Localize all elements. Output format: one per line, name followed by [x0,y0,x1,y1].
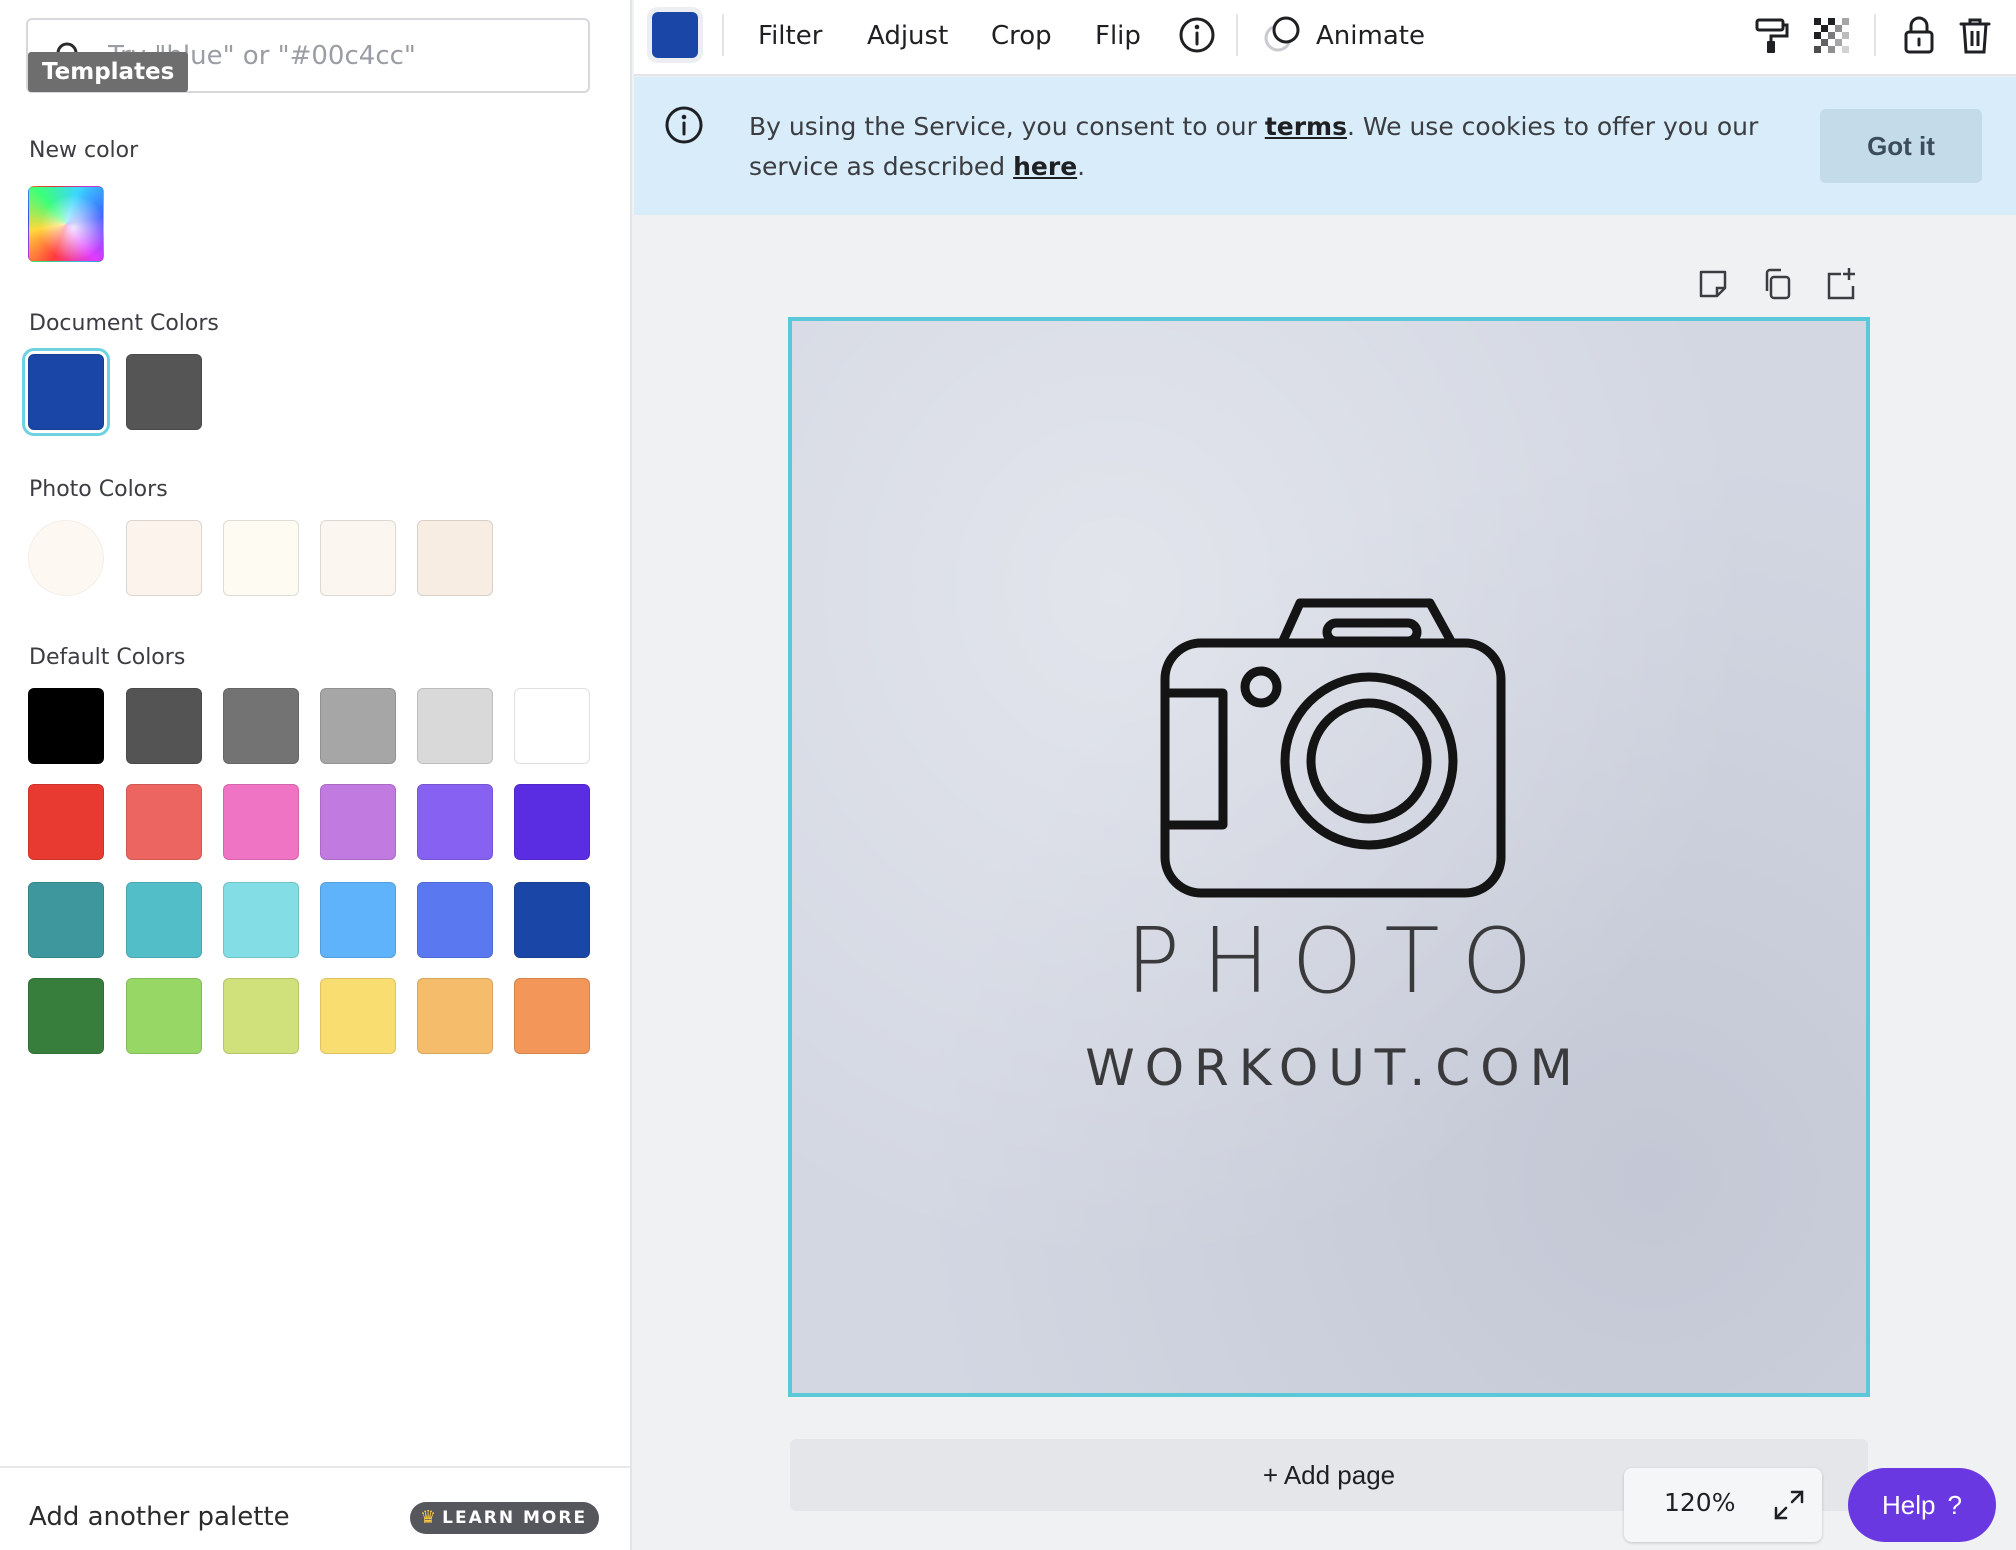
learn-more-button[interactable]: ♛ LEARN MORE [410,1502,600,1534]
default-color-swatch[interactable] [417,978,493,1054]
lock-icon[interactable] [1896,12,1942,58]
got-it-button[interactable]: Got it [1820,109,1982,183]
flip-button[interactable]: Flip [1095,14,1141,58]
adjust-button[interactable]: Adjust [867,14,948,58]
default-color-swatch[interactable] [223,688,299,764]
animate-button[interactable]: Animate [1316,14,1425,58]
toolbar-divider [1874,14,1876,56]
default-color-swatch[interactable] [126,882,202,958]
duplicate-page-icon[interactable] [1759,266,1795,302]
palette-footer: Add another palette ♛ LEARN MORE [0,1466,630,1550]
toolbar-divider [722,14,724,56]
new-color-title: New color [29,138,139,163]
here-link[interactable]: here [1013,152,1077,181]
default-color-swatch[interactable] [28,978,104,1054]
default-color-swatch[interactable] [417,882,493,958]
default-color-swatch[interactable] [126,784,202,860]
default-color-swatch[interactable] [320,882,396,958]
default-colors-title: Default Colors [29,645,186,670]
crown-icon: ♛ [420,1507,437,1528]
default-color-swatch[interactable] [514,882,590,958]
default-color-swatch[interactable] [320,978,396,1054]
templates-tooltip: Templates [28,52,189,92]
default-color-swatch[interactable] [417,784,493,860]
info-icon[interactable] [1174,12,1220,58]
text-color-button[interactable] [652,12,698,58]
logo-title[interactable]: PHOTO [792,909,1866,1014]
photo-color-swatch[interactable] [417,520,493,596]
default-color-swatch[interactable] [126,978,202,1054]
crop-button[interactable]: Crop [991,14,1052,58]
logo-subtitle[interactable]: WORKOUT.COM [792,1039,1866,1097]
terms-link[interactable]: terms [1265,112,1347,141]
default-color-swatch[interactable] [223,978,299,1054]
document-color-swatch[interactable] [126,354,202,430]
photo-colors-title: Photo Colors [29,477,168,502]
default-color-swatch[interactable] [514,688,590,764]
zoom-level[interactable]: 120% [1664,1488,1735,1517]
default-color-swatch[interactable] [223,784,299,860]
expand-icon[interactable] [1772,1488,1806,1522]
default-color-swatch[interactable] [417,688,493,764]
help-button[interactable]: Help ? [1848,1468,1996,1542]
question-icon: ? [1947,1489,1962,1520]
color-panel: Templates New color Document Colors Phot… [0,0,632,1550]
default-color-swatch[interactable] [320,784,396,860]
editor-toolbar: Filter Adjust Crop Flip Animate [634,0,2016,76]
default-color-swatch[interactable] [514,978,590,1054]
default-color-swatch[interactable] [28,784,104,860]
default-color-swatch[interactable] [28,882,104,958]
cookie-text-part: By using the Service, you consent to our [749,112,1265,141]
photo-color-swatch[interactable] [223,520,299,596]
new-color-swatch[interactable] [28,186,104,262]
trash-icon[interactable] [1952,12,1998,58]
zoom-control[interactable]: 120% [1624,1468,1822,1542]
default-color-swatch[interactable] [126,688,202,764]
paint-format-icon[interactable] [1748,12,1794,58]
learn-more-label: LEARN MORE [442,1508,588,1528]
info-icon [665,106,703,144]
add-palette-label[interactable]: Add another palette [29,1502,290,1532]
camera-icon [1160,598,1506,898]
note-icon[interactable] [1695,266,1731,302]
document-colors-title: Document Colors [29,311,219,336]
toolbar-divider [1236,14,1238,56]
cookie-message: By using the Service, you consent to our… [749,107,1769,187]
animate-icon[interactable] [1258,12,1304,58]
default-color-swatch[interactable] [28,688,104,764]
add-page-icon[interactable] [1823,266,1859,302]
photo-color-swatch[interactable] [28,520,104,596]
transparency-icon[interactable] [1808,12,1854,58]
photo-color-swatch[interactable] [126,520,202,596]
default-color-swatch[interactable] [320,688,396,764]
help-label: Help [1882,1489,1936,1520]
default-color-swatch[interactable] [223,882,299,958]
cookie-banner: By using the Service, you consent to our… [634,77,2016,215]
photo-color-swatch[interactable] [320,520,396,596]
filter-button[interactable]: Filter [758,14,822,58]
default-color-swatch[interactable] [514,784,590,860]
document-color-swatch[interactable] [22,348,110,436]
design-canvas[interactable]: PHOTO WORKOUT.COM [788,317,1870,1397]
cookie-text-part: . [1077,152,1086,181]
page-actions [1695,266,1865,302]
